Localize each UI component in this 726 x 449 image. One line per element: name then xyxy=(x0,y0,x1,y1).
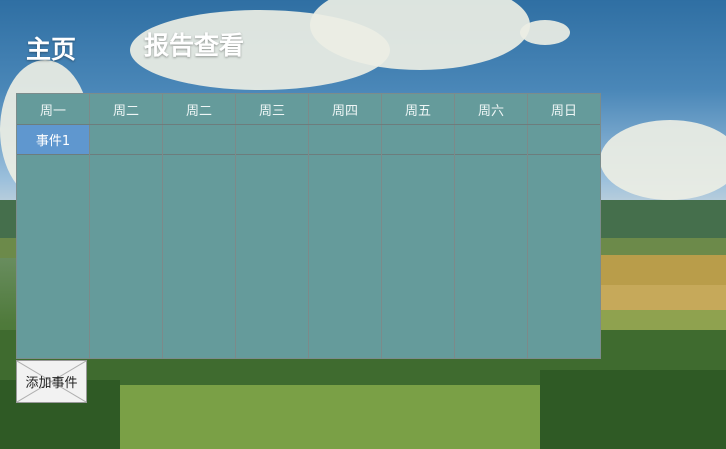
time-slot[interactable] xyxy=(455,125,527,155)
event-item[interactable]: 事件1 xyxy=(17,125,89,154)
calendar-header: 周一 周二 周二 周三 周四 周五 周六 周日 xyxy=(17,94,600,125)
day-column xyxy=(309,125,382,359)
add-event-button[interactable]: 添加事件 xyxy=(16,360,87,403)
time-slot[interactable]: 事件1 xyxy=(17,125,89,155)
day-column xyxy=(163,125,236,359)
day-header: 周六 xyxy=(455,94,528,124)
day-column xyxy=(455,125,528,359)
day-header: 周四 xyxy=(309,94,382,124)
nav-report-link[interactable]: 报告查看 xyxy=(144,26,244,62)
time-slot[interactable] xyxy=(309,125,381,155)
day-header: 周三 xyxy=(236,94,309,124)
day-header: 周二 xyxy=(90,94,163,124)
day-header: 周日 xyxy=(550,103,577,119)
time-slot[interactable] xyxy=(528,125,600,155)
calendar-body: 事件1 xyxy=(17,125,600,359)
day-column xyxy=(382,125,455,359)
day-column: 事件1 xyxy=(17,125,90,359)
day-column xyxy=(236,125,309,359)
week-calendar: 周一 周二 周二 周三 周四 周五 周六 周日 事件1 xyxy=(16,93,601,359)
time-slot[interactable] xyxy=(90,125,162,155)
day-header: 周五 xyxy=(382,94,455,124)
add-event-label: 添加事件 xyxy=(25,375,78,390)
day-column xyxy=(528,125,600,359)
time-slot[interactable] xyxy=(163,125,235,155)
time-slot[interactable] xyxy=(236,125,308,155)
day-column xyxy=(90,125,163,359)
time-slot[interactable] xyxy=(382,125,454,155)
nav-home-link[interactable]: 主页 xyxy=(26,30,76,66)
day-header: 周一 xyxy=(17,94,90,124)
day-header: 周二 xyxy=(163,94,236,124)
